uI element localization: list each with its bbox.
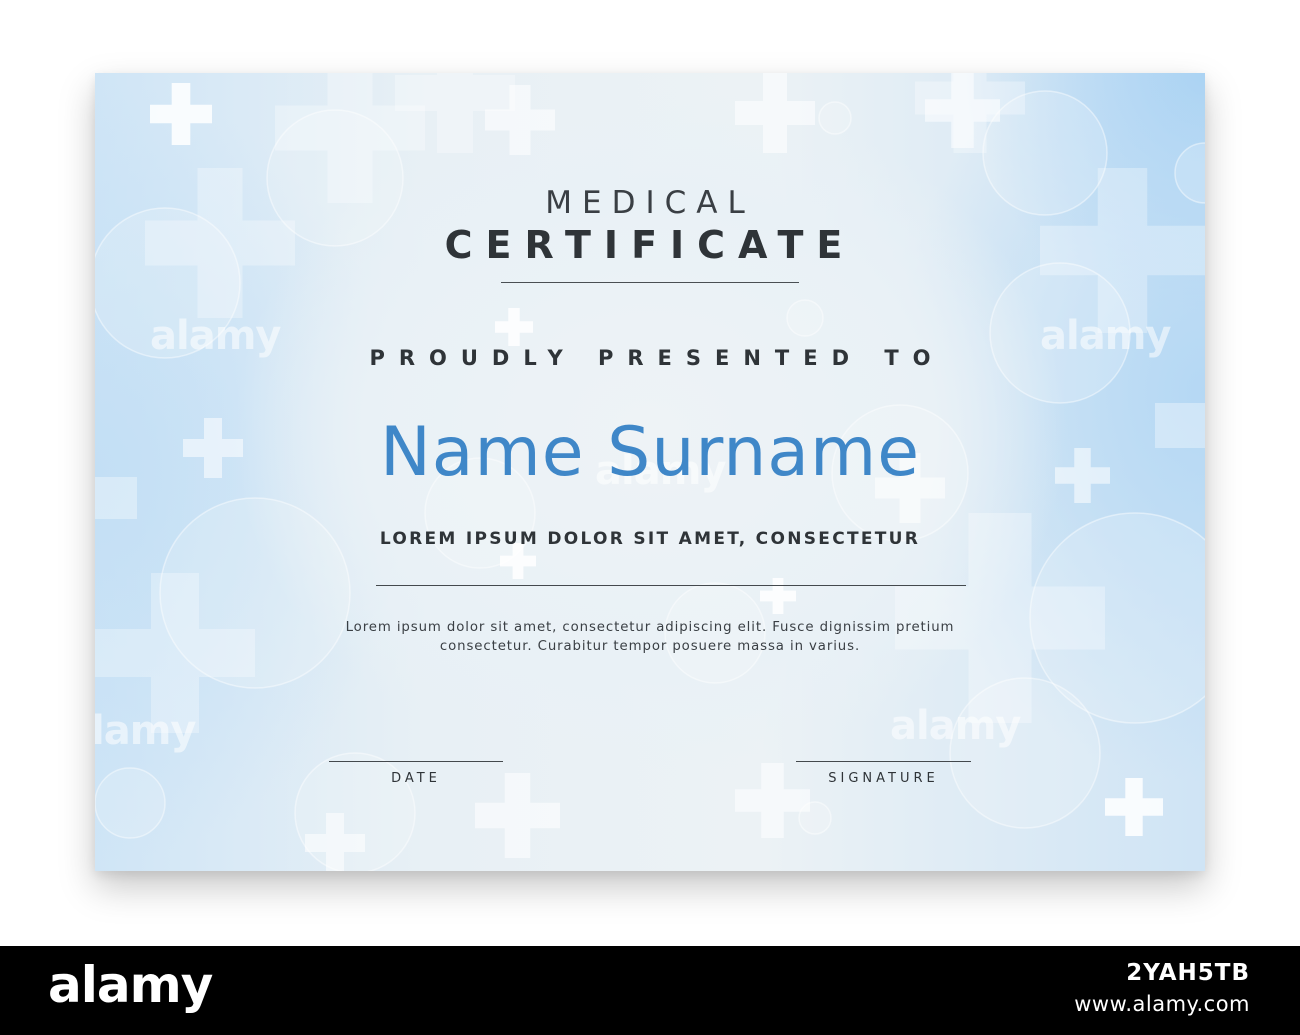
image-id: 2YAH5TB: [1126, 960, 1250, 986]
date-label: DATE: [391, 771, 441, 786]
signature-label: SIGNATURE: [828, 771, 939, 786]
stock-brand-bar: alamy 2YAH5TB www.alamy.com: [0, 946, 1300, 1035]
watermark: alamy: [890, 703, 1021, 749]
body-line-2: consectetur. Curabitur tempor posuere ma…: [439, 639, 861, 654]
alamy-logo: alamy: [48, 956, 213, 1014]
body-line-1: Lorem ipsum dolor sit amet, consectetur …: [345, 620, 955, 635]
brand-url: www.alamy.com: [1074, 992, 1250, 1016]
certificate-title-top: MEDICAL: [545, 185, 755, 221]
subtitle-divider: [376, 585, 966, 586]
signature-line: [796, 761, 971, 762]
certificate-card: alamy alamy alamy alamy alamy MEDICAL CE…: [95, 73, 1205, 871]
watermark: alamy: [95, 708, 196, 754]
date-line: [329, 761, 503, 762]
certificate-subtitle: LOREM IPSUM DOLOR SIT AMET, CONSECTETUR: [379, 529, 921, 549]
certificate-title-main: CERTIFICATE: [444, 223, 856, 267]
recipient-name: Name Surname: [379, 413, 921, 492]
certificate-body-text: Lorem ipsum dolor sit amet, consectetur …: [245, 618, 1055, 656]
title-divider: [501, 282, 799, 283]
page: alamy alamy alamy alamy alamy MEDICAL CE…: [0, 0, 1300, 1035]
presented-to-line: PROUDLY PRESENTED TO: [369, 346, 945, 370]
